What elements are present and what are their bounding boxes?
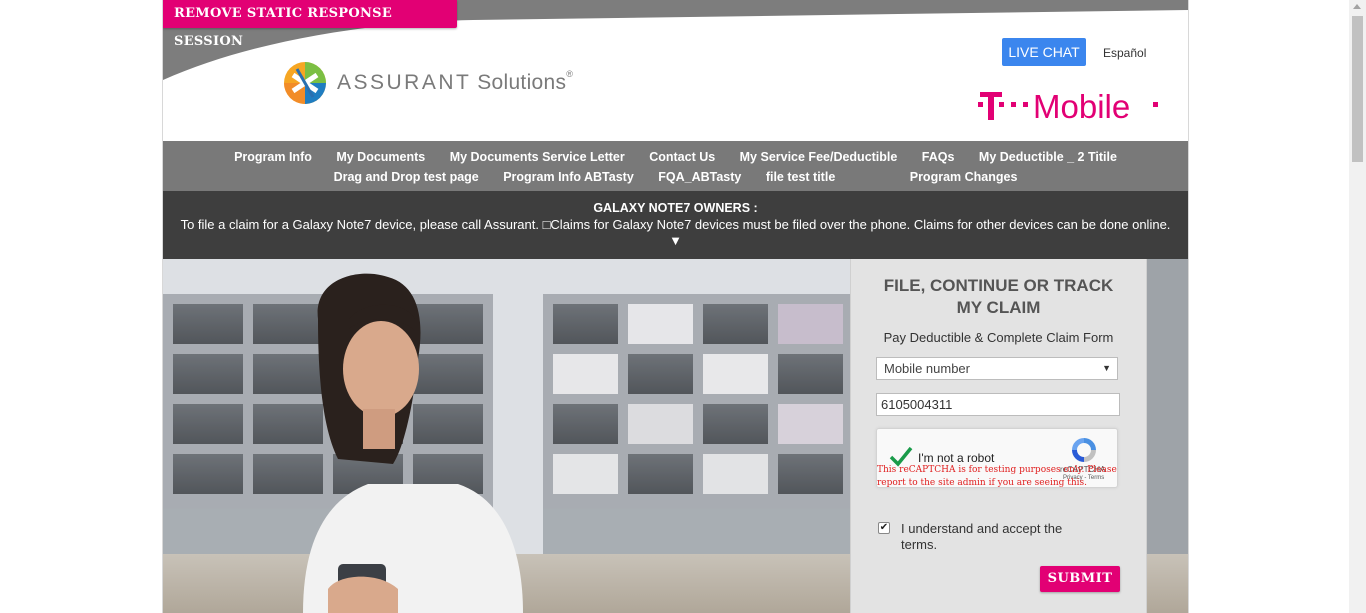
site-header: REMOVE STATIC RESPONSE SESSION ASSURANT …	[163, 0, 1188, 141]
nav-program-info[interactable]: Program Info	[234, 150, 312, 164]
nav-fqa-abtasty[interactable]: FQA_ABTasty	[658, 170, 741, 184]
remove-static-session-button[interactable]: REMOVE STATIC RESPONSE SESSION	[163, 0, 457, 49]
dropdown-caret-icon: ▼	[1102, 363, 1111, 373]
registered-mark: ®	[566, 69, 573, 79]
nav-my-documents-service-letter[interactable]: My Documents Service Letter	[450, 150, 625, 164]
terms-label: I understand and accept the terms.	[901, 521, 1063, 552]
recaptcha-label: I'm not a robot	[918, 451, 995, 465]
assurant-logo-text: ASSURANT Solutions®	[337, 69, 573, 95]
nav-contact-us[interactable]: Contact Us	[649, 150, 715, 164]
nav-my-documents[interactable]: My Documents	[336, 150, 425, 164]
nav-file-test-title[interactable]: file test title	[766, 170, 835, 184]
alert-text: To file a claim for a Galaxy Note7 devic…	[180, 217, 1171, 232]
recaptcha-warning: This reCAPTCHA is for testing purposes o…	[877, 465, 1117, 488]
live-chat-button[interactable]: LIVE CHAT	[1002, 38, 1086, 66]
lookup-type-selected: Mobile number	[884, 361, 970, 376]
main-nav: Program Info My Documents My Documents S…	[163, 141, 1188, 191]
nav-row-2: Drag and Drop test page Program Info ABT…	[163, 168, 1188, 186]
nav-program-info-abtasty[interactable]: Program Info ABTasty	[503, 170, 634, 184]
nav-program-changes[interactable]: Program Changes	[910, 170, 1018, 184]
svg-text:Mobile: Mobile	[1033, 88, 1130, 125]
page-container: REMOVE STATIC RESPONSE SESSION ASSURANT …	[162, 0, 1189, 613]
tmobile-logo-icon[interactable]: Mobile	[978, 86, 1163, 126]
mobile-number-input[interactable]: 6105004311	[876, 393, 1120, 416]
assurant-brand-text: ASSURANT	[337, 71, 472, 94]
scroll-up-arrow-icon[interactable]	[1353, 4, 1361, 9]
note7-alert-banner: GALAXY NOTE7 OWNERS : To file a claim fo…	[163, 191, 1188, 259]
submit-button[interactable]: SUBMIT	[1040, 566, 1120, 592]
hero-section: FILE, CONTINUE OR TRACK MY CLAIM Pay Ded…	[163, 259, 1188, 613]
terms-checkbox[interactable]: ✔	[878, 522, 890, 534]
nav-my-deductible-2[interactable]: My Deductible _ 2 Titile	[979, 150, 1117, 164]
assurant-logo-icon	[284, 62, 326, 104]
recaptcha-widget: I'm not a robot reCAPTCHA Privacy - Term…	[876, 428, 1118, 488]
assurant-sub-text: Solutions	[477, 71, 567, 94]
language-espanol-link[interactable]: Español	[1103, 46, 1146, 60]
alert-expand-arrow-icon[interactable]: ▼	[163, 233, 1188, 248]
claim-title-line-1: FILE, CONTINUE OR TRACK	[883, 276, 1114, 295]
alert-title: GALAXY NOTE7 OWNERS :	[593, 201, 758, 215]
lookup-type-select[interactable]: Mobile number ▼	[876, 357, 1118, 380]
nav-service-fee-deductible[interactable]: My Service Fee/Deductible	[740, 150, 898, 164]
claim-form-card: FILE, CONTINUE OR TRACK MY CLAIM Pay Ded…	[850, 259, 1147, 613]
page-scrollbar[interactable]	[1349, 0, 1366, 613]
nav-drag-drop-test[interactable]: Drag and Drop test page	[334, 170, 479, 184]
nav-faqs[interactable]: FAQs	[922, 150, 955, 164]
claim-form-title: FILE, CONTINUE OR TRACK MY CLAIM	[851, 275, 1146, 319]
scrollbar-thumb[interactable]	[1352, 16, 1363, 162]
claim-form-subtitle: Pay Deductible & Complete Claim Form	[883, 330, 1114, 345]
claim-title-line-2: MY CLAIM	[956, 298, 1041, 317]
nav-row-1: Program Info My Documents My Documents S…	[163, 148, 1188, 166]
recaptcha-icon	[1072, 438, 1096, 462]
